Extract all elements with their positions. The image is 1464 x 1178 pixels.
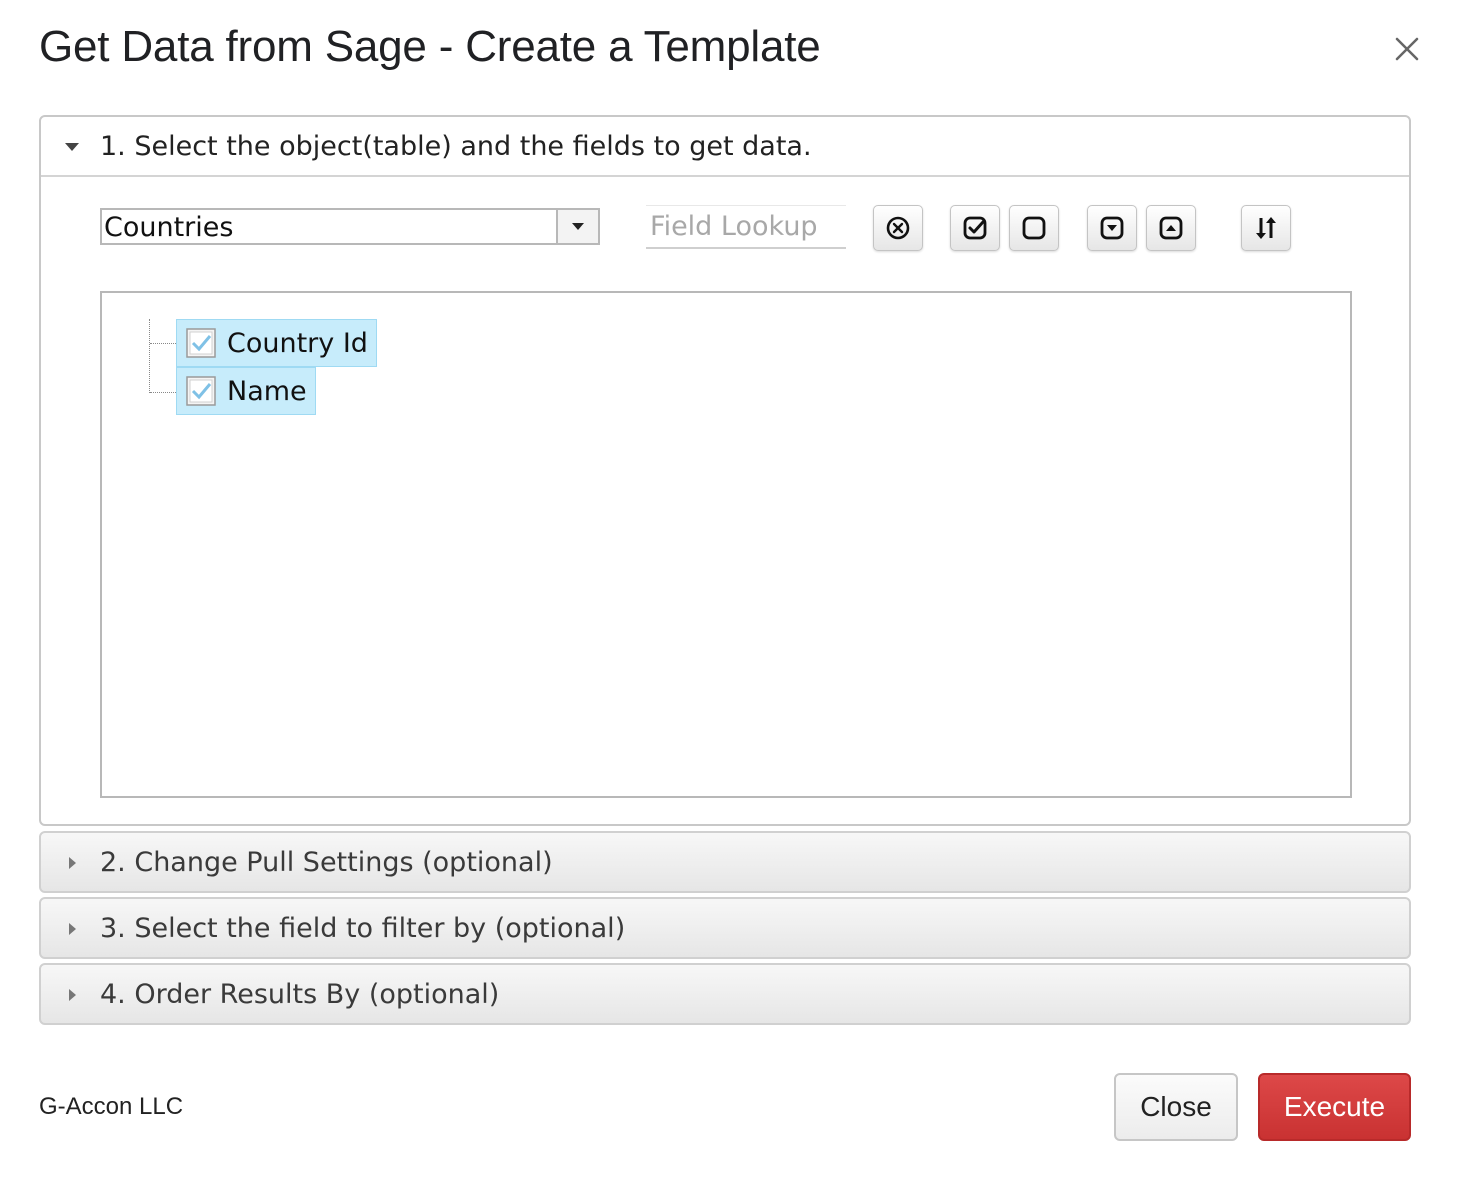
close-icon (1395, 37, 1419, 61)
field-lookup-input[interactable] (646, 205, 846, 249)
field-label: Name (227, 375, 307, 407)
sort-button[interactable] (1241, 205, 1291, 251)
clear-button[interactable] (873, 205, 923, 251)
section-label-2: 2. Change Pull Settings (optional) (100, 847, 553, 878)
expand-all-button[interactable] (1087, 205, 1137, 251)
section-pull-settings[interactable]: 2. Change Pull Settings (optional) (39, 831, 1411, 893)
fields-tree: Country Id Name (100, 291, 1352, 798)
clear-icon (886, 216, 910, 240)
uncheck-all-button[interactable] (1009, 205, 1059, 251)
close-dialog-button[interactable] (1390, 32, 1424, 66)
close-button[interactable]: Close (1114, 1073, 1238, 1141)
tree-connector (150, 343, 176, 344)
checkbox-checked-icon[interactable] (185, 375, 217, 407)
section-order-by[interactable]: 4. Order Results By (optional) (39, 963, 1411, 1025)
caret-right-icon (69, 989, 76, 1001)
check-all-icon (963, 216, 987, 240)
brand-label: G-Accon LLC (39, 1093, 184, 1120)
section-filter[interactable]: 3. Select the field to filter by (option… (39, 897, 1411, 959)
object-select[interactable]: Countries (100, 208, 600, 245)
dialog-title: Get Data from Sage - Create a Template (39, 22, 821, 71)
caret-right-icon (69, 923, 76, 935)
field-node-name[interactable]: Name (176, 367, 316, 415)
section-select-object: 1. Select the object(table) and the fiel… (39, 115, 1411, 826)
sort-icon (1256, 217, 1276, 239)
uncheck-all-icon (1022, 216, 1046, 240)
section-label-1: 1. Select the object(table) and the fiel… (100, 131, 812, 162)
object-select-arrow[interactable] (556, 210, 598, 243)
dropdown-arrow-icon (572, 223, 584, 230)
section-header-1[interactable]: 1. Select the object(table) and the fiel… (41, 117, 1409, 177)
caret-down-icon (65, 143, 79, 151)
section-label-3: 3. Select the field to filter by (option… (100, 913, 626, 944)
checkbox-checked-icon[interactable] (185, 327, 217, 359)
check-all-button[interactable] (950, 205, 1000, 251)
tree-connector (149, 319, 150, 393)
execute-button[interactable]: Execute (1258, 1073, 1411, 1141)
caret-right-icon (69, 857, 76, 869)
collapse-all-button[interactable] (1146, 205, 1196, 251)
object-select-value: Countries (104, 212, 234, 243)
field-node-country-id[interactable]: Country Id (176, 319, 377, 367)
expand-all-icon (1100, 216, 1124, 240)
field-label: Country Id (227, 327, 368, 359)
tree-connector (150, 392, 176, 393)
collapse-all-icon (1159, 216, 1183, 240)
section-label-4: 4. Order Results By (optional) (100, 979, 500, 1010)
